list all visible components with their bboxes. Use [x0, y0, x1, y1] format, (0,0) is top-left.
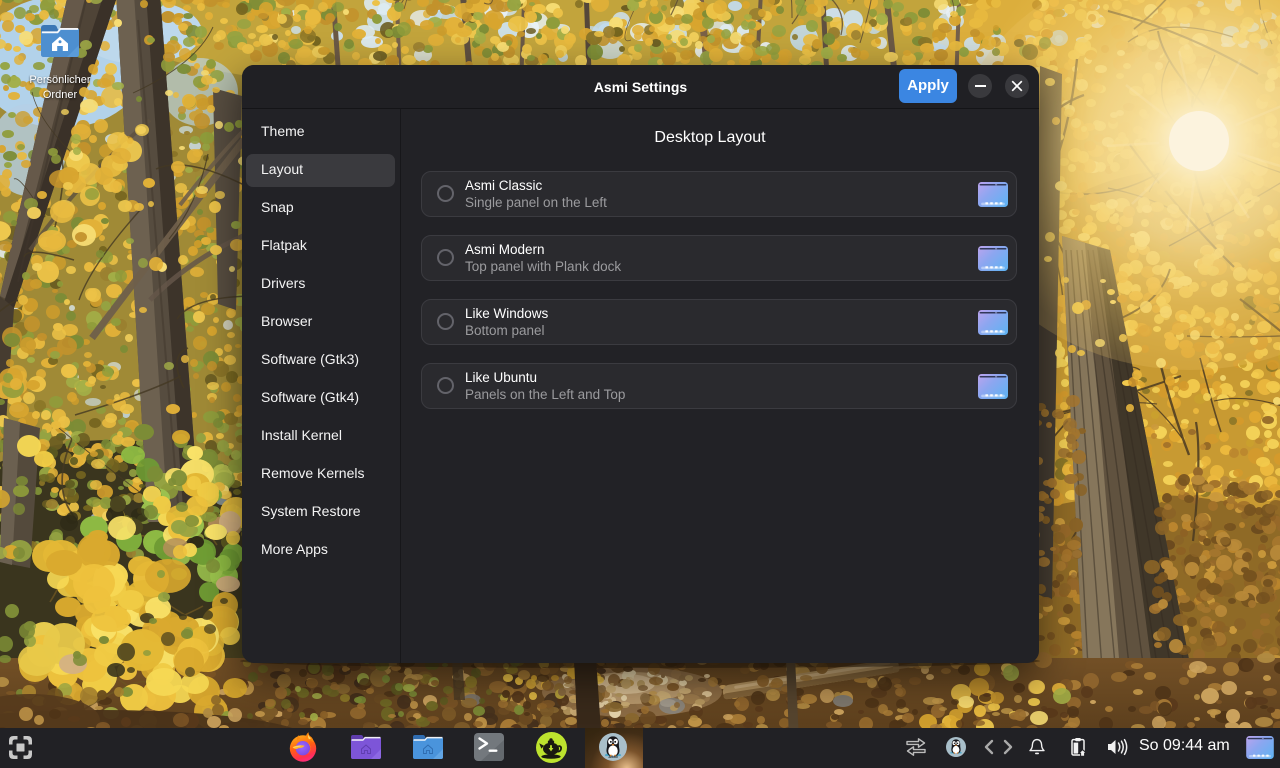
svg-text:ASMI: ASMI — [608, 755, 617, 759]
